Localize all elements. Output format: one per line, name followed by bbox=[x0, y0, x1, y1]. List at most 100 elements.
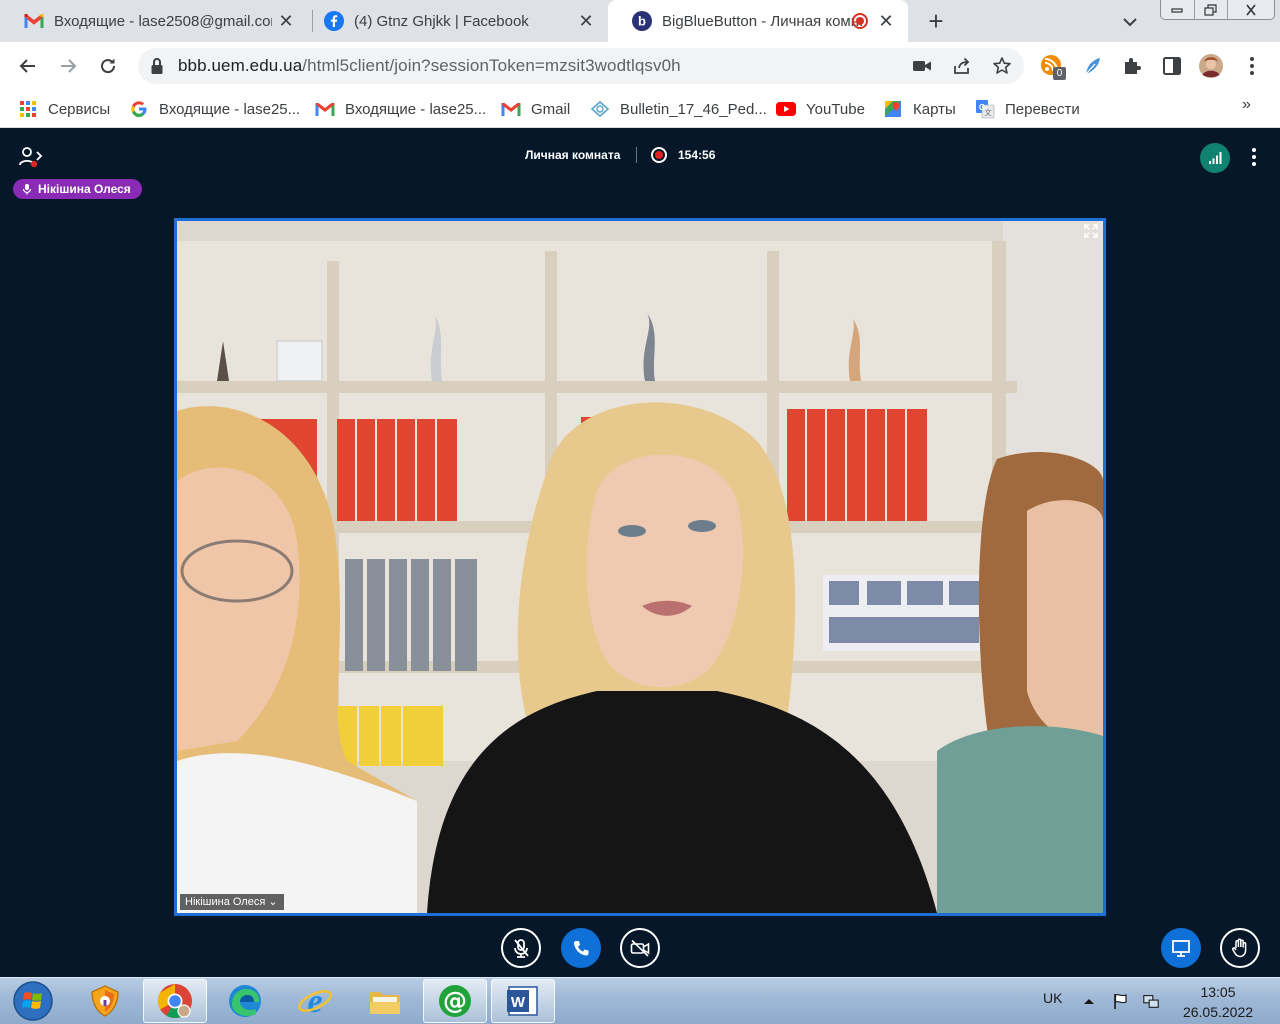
bookmark-label: Входящие - lase25... bbox=[159, 100, 301, 118]
tab-title: BigBlueButton - Личная комната bbox=[662, 12, 862, 30]
minimize-button[interactable] bbox=[1161, 0, 1195, 19]
taskbar-internet-explorer[interactable]: e bbox=[283, 979, 347, 1023]
bookmark-gmail[interactable]: Gmail bbox=[501, 97, 570, 121]
taskbar-mail-agent[interactable]: @ bbox=[423, 979, 487, 1023]
reload-icon bbox=[101, 58, 116, 74]
video-user-label[interactable]: Нікішина Олеся ⌄ bbox=[180, 894, 284, 910]
folder-icon bbox=[370, 992, 400, 1014]
tab-bigbluebutton[interactable]: b BigBlueButton - Личная комната ✕ bbox=[608, 0, 908, 42]
reload-button[interactable] bbox=[94, 52, 122, 80]
browser-menu-icon[interactable] bbox=[1240, 54, 1264, 78]
bookmark-label: YouTube bbox=[806, 100, 865, 118]
camera-in-use-icon[interactable] bbox=[912, 56, 932, 76]
close-tab-icon[interactable]: ✕ bbox=[576, 11, 596, 31]
connection-status-button[interactable] bbox=[1200, 143, 1230, 173]
bulletin-icon bbox=[590, 99, 610, 119]
edge-icon bbox=[229, 985, 261, 1017]
tab-gmail[interactable]: Входящие - lase2508@gmail.com ✕ bbox=[0, 0, 308, 42]
translate-icon: G文 bbox=[975, 99, 995, 119]
close-window-button[interactable] bbox=[1228, 0, 1274, 19]
toggle-webcam-button[interactable] bbox=[620, 928, 660, 968]
side-panel-icon[interactable] bbox=[1160, 54, 1184, 78]
clock-date: 26.05.2022 bbox=[1182, 1004, 1254, 1020]
url-host: bbb.uem.edu.ua bbox=[178, 56, 303, 75]
raise-hand-button[interactable] bbox=[1220, 928, 1260, 968]
extension-rss-icon[interactable]: 0 bbox=[1040, 54, 1066, 80]
bookmark-label: Входящие - lase25... bbox=[345, 100, 487, 118]
taskbar-edge[interactable] bbox=[213, 979, 277, 1023]
facebook-icon bbox=[324, 11, 344, 31]
fullscreen-button[interactable] bbox=[1083, 223, 1099, 239]
bookmark-youtube[interactable]: YouTube bbox=[776, 97, 865, 121]
recording-indicator-icon[interactable] bbox=[651, 147, 667, 163]
input-language-indicator[interactable]: UK bbox=[1043, 990, 1062, 1006]
recording-tab-icon bbox=[852, 13, 868, 29]
extensions-puzzle-icon[interactable] bbox=[1120, 54, 1144, 78]
browser-toolbar: bbb.uem.edu.ua/html5client/join?sessionT… bbox=[0, 42, 1280, 90]
bookmark-star-icon[interactable] bbox=[992, 56, 1012, 76]
meeting-title: Личная комната bbox=[525, 148, 621, 162]
webcam-video[interactable]: Нікішина Олеся ⌄ bbox=[174, 218, 1106, 916]
toggle-user-list-button[interactable] bbox=[18, 145, 44, 169]
taskbar-chrome[interactable] bbox=[143, 979, 207, 1023]
address-bar[interactable]: bbb.uem.edu.ua/html5client/join?sessionT… bbox=[138, 48, 1024, 84]
svg-text:b: b bbox=[638, 14, 646, 29]
extension-feather-icon[interactable] bbox=[1080, 54, 1104, 78]
taskbar-file-explorer[interactable] bbox=[353, 979, 417, 1023]
camera-off-icon bbox=[630, 939, 650, 957]
bookmark-bulletin[interactable]: Bulletin_17_46_Ped... bbox=[590, 97, 767, 121]
talking-indicator[interactable]: Нікішина Олеся bbox=[13, 179, 142, 199]
bookmark-gmail-inbox[interactable]: Входящие - lase25... bbox=[315, 97, 486, 121]
profile-avatar[interactable] bbox=[1199, 54, 1223, 78]
bookmark-label: Bulletin_17_46_Ped... bbox=[620, 100, 767, 118]
apps-grid-icon bbox=[18, 99, 38, 119]
tab-search-chevron-icon[interactable] bbox=[1120, 12, 1140, 32]
title-divider bbox=[636, 147, 637, 163]
google-icon bbox=[129, 99, 149, 119]
action-center-flag-icon[interactable] bbox=[1112, 992, 1130, 1010]
options-menu-button[interactable] bbox=[1244, 145, 1264, 169]
close-tab-icon[interactable]: ✕ bbox=[276, 11, 296, 31]
signal-bars-icon bbox=[1209, 152, 1222, 164]
windows-logo-icon bbox=[13, 981, 53, 1021]
word-icon: W bbox=[507, 986, 538, 1016]
network-icon[interactable] bbox=[1142, 992, 1160, 1010]
leave-audio-button[interactable] bbox=[561, 928, 601, 968]
maps-icon bbox=[883, 99, 903, 119]
share-icon[interactable] bbox=[952, 56, 972, 76]
browser-tab-strip: Входящие - lase2508@gmail.com ✕ (4) Gtnz… bbox=[0, 0, 1280, 42]
svg-text:e: e bbox=[307, 983, 322, 1020]
restore-button[interactable] bbox=[1195, 0, 1229, 19]
show-hidden-icons-button[interactable] bbox=[1080, 992, 1098, 1010]
gmail-icon bbox=[24, 11, 44, 31]
bookmark-translate[interactable]: G文 Перевести bbox=[975, 97, 1080, 121]
system-clock[interactable]: 13:05 26.05.2022 bbox=[1180, 982, 1256, 1022]
microphone-off-icon bbox=[514, 939, 529, 958]
clock-time: 13:05 bbox=[1200, 984, 1236, 1000]
youtube-icon bbox=[776, 99, 796, 119]
taskbar-word[interactable]: W bbox=[491, 979, 555, 1023]
gmail-icon bbox=[315, 99, 335, 119]
new-tab-button[interactable]: + bbox=[922, 8, 950, 36]
svg-text:文: 文 bbox=[985, 108, 992, 117]
back-button[interactable] bbox=[14, 52, 42, 80]
bookmark-label: Карты bbox=[913, 100, 956, 118]
tab-facebook[interactable]: (4) Gtnz Ghjkk | Facebook ✕ bbox=[300, 0, 608, 42]
taskbar-security-app[interactable] bbox=[73, 979, 137, 1023]
expand-icon bbox=[1084, 224, 1098, 238]
lock-icon[interactable] bbox=[150, 57, 164, 80]
users-icon bbox=[19, 147, 43, 168]
forward-button[interactable] bbox=[54, 52, 82, 80]
svg-text:@: @ bbox=[443, 987, 467, 1015]
presentation-toggle-button[interactable] bbox=[1161, 928, 1201, 968]
close-tab-icon[interactable]: ✕ bbox=[876, 11, 896, 31]
bookmark-apps[interactable]: Сервисы bbox=[18, 97, 110, 121]
bookmark-google-inbox[interactable]: Входящие - lase25... bbox=[129, 97, 300, 121]
meeting-app: Нікішина Олеся Личная комната 154:56 Нік… bbox=[0, 129, 1280, 977]
bookmarks-overflow-button[interactable]: » bbox=[1242, 96, 1251, 114]
bookmark-label: Gmail bbox=[531, 100, 571, 118]
bookmark-maps[interactable]: Карты bbox=[883, 97, 956, 121]
url-text[interactable]: bbb.uem.edu.ua/html5client/join?sessionT… bbox=[178, 56, 681, 76]
start-button[interactable] bbox=[8, 979, 58, 1023]
mute-microphone-button[interactable] bbox=[501, 928, 541, 968]
